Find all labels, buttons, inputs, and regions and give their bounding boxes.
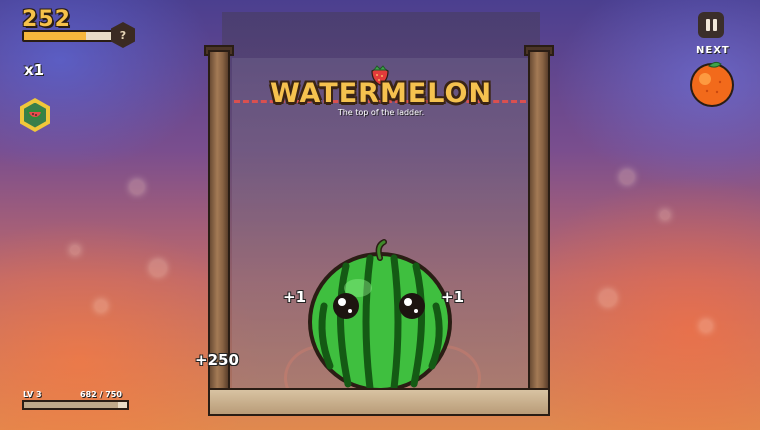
score-progress-bar [22,30,114,42]
help-button[interactable]: ? [111,22,135,48]
background-sparkle [600,290,616,306]
background-sparkle [130,180,144,194]
next-label: NEXT [696,45,730,56]
watermelon-fruit [308,239,452,392]
pause-icon-bar [712,19,717,31]
score-popup: +1 [441,288,465,306]
orange-icon [690,61,734,107]
pause-button[interactable] [698,12,724,38]
background-sparkle [95,300,107,312]
level-label: LV 3 [23,390,42,399]
background-sparkle [620,170,634,184]
score-value: 252 [22,7,71,32]
background-sparkle [150,260,166,276]
background-sparkle [70,245,80,255]
score-popup: +250 [195,351,239,369]
background-sparkle [660,210,670,220]
left-wall-post [208,50,230,396]
merge-banner-title: WATERMELON [269,78,493,109]
merge-banner-subtitle: The top of the ladder. [337,108,425,117]
score-progress-fill [24,32,86,40]
powerup-button[interactable] [20,98,50,132]
xp-label: 682 / 750 [80,390,122,399]
pause-icon [705,19,710,31]
xp-progress-fill [24,402,118,408]
melon-slice-icon [24,102,46,128]
background-sparkle [700,320,712,332]
xp-progress-bar [22,400,129,410]
score-popup: +1 [283,288,307,306]
container-floor [208,388,550,416]
multiplier-label: x1 [24,61,45,79]
